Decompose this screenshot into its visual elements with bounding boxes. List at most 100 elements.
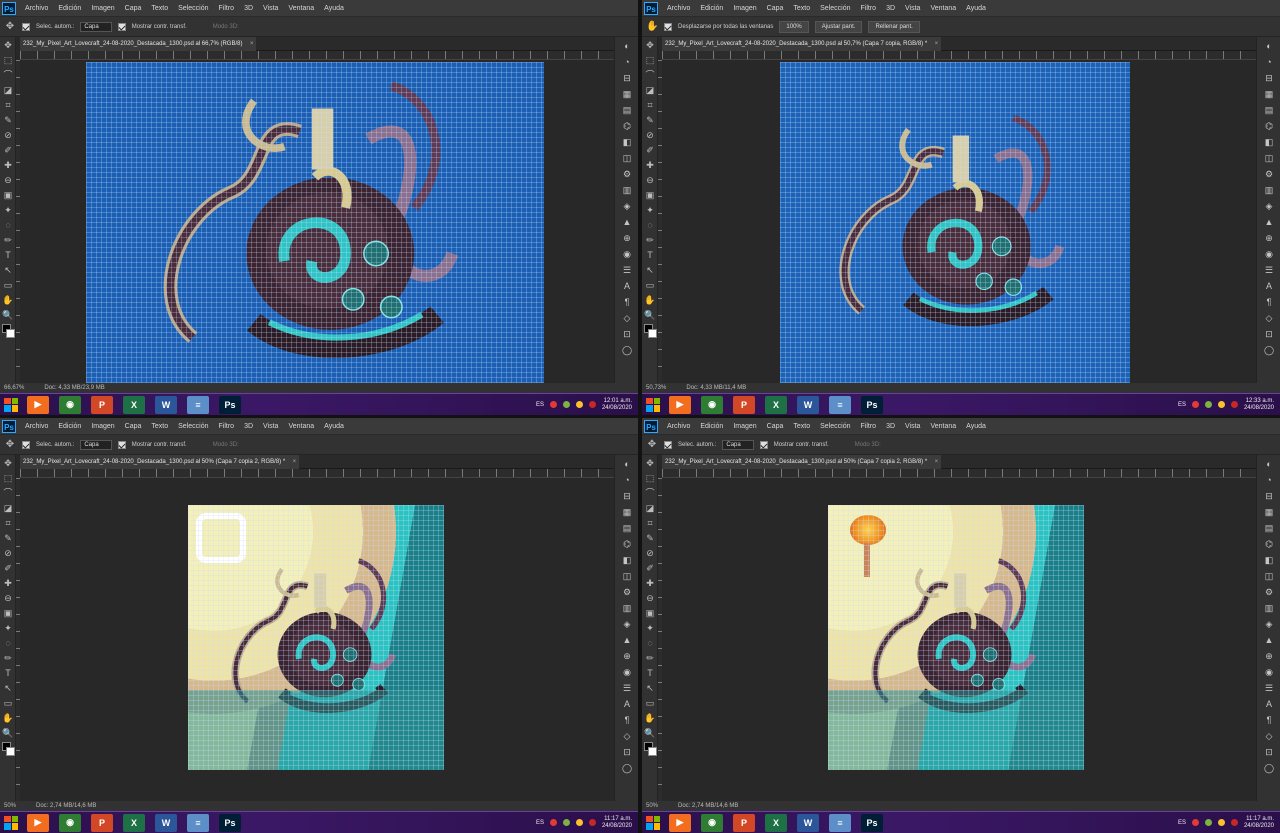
tool-icon[interactable]: ⊖ (643, 173, 657, 187)
menu-item[interactable]: Vista (258, 418, 283, 435)
tool-icon[interactable]: ✦ (1, 203, 15, 217)
document-canvas[interactable] (828, 505, 1084, 770)
tool-icon[interactable]: ↖ (643, 263, 657, 277)
menu-item[interactable]: Ayuda (961, 0, 991, 17)
tool-icon[interactable]: ▭ (1, 278, 15, 292)
auto-select-dropdown[interactable]: Capa (80, 439, 112, 450)
panel-icon[interactable]: ⊕ (619, 649, 635, 663)
tool-icon[interactable]: ✐ (643, 561, 657, 575)
tool-icon[interactable]: ◪ (1, 501, 15, 515)
panel-icon[interactable]: ◈ (1261, 199, 1277, 213)
tool-icon[interactable]: ⊖ (1, 591, 15, 605)
close-icon[interactable]: × (935, 37, 939, 51)
background-color-swatch[interactable] (6, 329, 15, 338)
panel-icon[interactable]: ▥ (1261, 601, 1277, 615)
tray-icon[interactable] (562, 819, 570, 826)
panel-icon[interactable]: ◯ (1261, 761, 1277, 775)
panel-icon[interactable]: ▥ (1261, 183, 1277, 197)
tool-icon[interactable]: T (1, 248, 15, 262)
document-canvas[interactable] (86, 62, 544, 383)
tool-icon[interactable]: ◌ (1, 636, 15, 650)
language-indicator[interactable]: ES (536, 820, 544, 826)
panel-icon[interactable]: ◔ (619, 55, 635, 69)
menu-item[interactable]: Filtro (214, 0, 240, 17)
panel-icon[interactable]: ☰ (619, 263, 635, 277)
menu-item[interactable]: Edición (53, 418, 86, 435)
document-tab[interactable]: 232_My_Pixel_Art_Lovecraft_24-08-2020_De… (20, 37, 257, 51)
panel-icon[interactable]: ⊟ (619, 71, 635, 85)
panel-icon[interactable]: ◔ (1261, 473, 1277, 487)
chrome-icon[interactable]: ◉ (701, 395, 723, 414)
color-swatches[interactable] (642, 742, 657, 760)
panel-icon[interactable]: ⚙ (1261, 167, 1277, 181)
language-indicator[interactable]: ES (1178, 402, 1186, 408)
panel-icon[interactable]: ◈ (1261, 617, 1277, 631)
tray-icon[interactable] (549, 819, 557, 826)
word-icon[interactable]: W (155, 395, 177, 414)
tray-icon[interactable] (575, 401, 583, 408)
tool-icon[interactable]: T (643, 666, 657, 680)
menu-item[interactable]: Vista (900, 418, 925, 435)
panel-icon[interactable]: ⌬ (619, 537, 635, 551)
tool-icon[interactable]: ▣ (643, 606, 657, 620)
tool-icon[interactable]: ⌒ (643, 68, 657, 82)
tray-icon[interactable] (1217, 401, 1225, 408)
photoshop-icon[interactable]: Ps (861, 813, 883, 832)
menu-item[interactable]: Edición (695, 418, 728, 435)
menu-item[interactable]: Texto (788, 0, 815, 17)
panel-icon[interactable]: ¶ (619, 713, 635, 727)
panel-icon[interactable]: ◧ (1261, 135, 1277, 149)
panel-icon[interactable]: ⊡ (619, 327, 635, 341)
tool-icon[interactable]: ⌗ (643, 98, 657, 112)
tool-icon[interactable]: ⌒ (1, 68, 15, 82)
tool-icon[interactable]: ⬚ (643, 471, 657, 485)
system-clock[interactable]: 11:17 a.m. 24/08/2020 (1244, 816, 1274, 830)
close-icon[interactable]: × (250, 37, 254, 51)
panel-icon[interactable]: ◇ (1261, 729, 1277, 743)
panel-icon[interactable]: ◇ (1261, 311, 1277, 325)
panel-icon[interactable]: ⊡ (619, 745, 635, 759)
panel-icon[interactable]: ☰ (619, 681, 635, 695)
tool-icon[interactable]: ✚ (1, 158, 15, 172)
media-player-icon[interactable]: ▶ (27, 395, 49, 414)
tool-icon[interactable]: 🔍 (1, 726, 15, 740)
tray-icon[interactable] (549, 401, 557, 408)
transform-controls-checkbox[interactable] (117, 440, 126, 449)
tray-icon[interactable] (1191, 819, 1199, 826)
menu-item[interactable]: Texto (146, 418, 173, 435)
language-indicator[interactable]: ES (536, 402, 544, 408)
menu-item[interactable]: Filtro (214, 418, 240, 435)
document-tab[interactable]: 232_My_Pixel_Art_Lovecraft_24-08-2020_De… (662, 455, 942, 469)
close-icon[interactable]: × (935, 455, 939, 469)
menu-item[interactable]: Ventana (925, 418, 961, 435)
powerpoint-icon[interactable]: P (733, 813, 755, 832)
windows-start-icon[interactable] (646, 397, 660, 412)
auto-select-checkbox[interactable] (22, 440, 30, 449)
menu-item[interactable]: Ayuda (319, 0, 349, 17)
menu-item[interactable]: Archivo (20, 0, 53, 17)
panel-icon[interactable]: ▤ (1261, 521, 1277, 535)
menu-item[interactable]: 3D (881, 0, 900, 17)
document-canvas[interactable] (780, 62, 1130, 383)
menu-item[interactable]: Selección (815, 418, 855, 435)
panel-icon[interactable]: ▲ (619, 215, 635, 229)
panel-icon[interactable]: ⊕ (1261, 649, 1277, 663)
tool-icon[interactable]: ◪ (643, 501, 657, 515)
menu-item[interactable]: Capa (762, 0, 789, 17)
tool-icon[interactable]: ▣ (1, 606, 15, 620)
excel-icon[interactable]: X (123, 813, 145, 832)
menu-item[interactable]: Ventana (283, 0, 319, 17)
windows-start-icon[interactable] (646, 815, 660, 830)
panel-icon[interactable]: ◉ (619, 665, 635, 679)
transform-controls-checkbox[interactable] (759, 440, 768, 449)
panel-icon[interactable]: ⊡ (1261, 327, 1277, 341)
panel-icon[interactable]: A (619, 697, 635, 711)
menu-item[interactable]: Archivo (662, 418, 695, 435)
menu-item[interactable]: Archivo (20, 418, 53, 435)
menu-item[interactable]: Selección (815, 0, 855, 17)
panel-icon[interactable]: ¶ (1261, 295, 1277, 309)
media-player-icon[interactable]: ▶ (669, 813, 691, 832)
notepad-icon[interactable]: ≡ (829, 395, 851, 414)
background-color-swatch[interactable] (6, 747, 15, 756)
background-color-swatch[interactable] (648, 747, 657, 756)
